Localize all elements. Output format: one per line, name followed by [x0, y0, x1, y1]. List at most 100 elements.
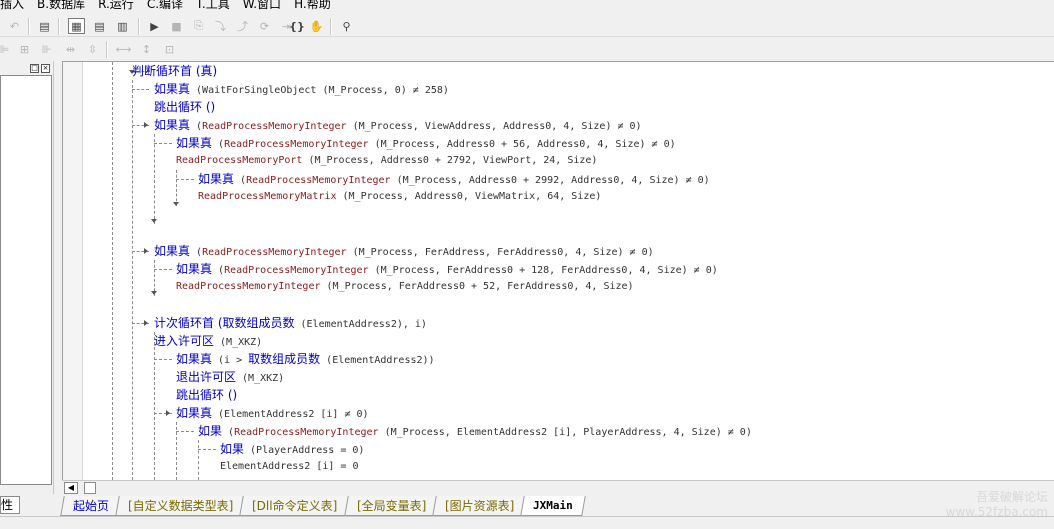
tab-1[interactable]: [自定义数据类型表]: [115, 496, 247, 516]
watermark-line1: 吾爱破解论坛: [975, 490, 1048, 504]
property-tab[interactable]: 性: [0, 496, 20, 514]
step-brace-icon[interactable]: {}: [286, 18, 308, 34]
guide-line: [112, 62, 113, 480]
undo-icon[interactable]: ↶: [6, 18, 23, 34]
tab-0[interactable]: 起始页: [60, 496, 122, 516]
document-tabs: 起始页 [自定义数据类型表] [Dll命令定义表] [全局变量表] [图片资源表] JXM…: [60, 496, 586, 516]
menu-item[interactable]: H.帮助: [294, 0, 331, 14]
branch-arrow-icon: [144, 248, 148, 254]
step-into-icon[interactable]: ⤵: [212, 18, 229, 34]
code-text: (WaitForSingleObject (M_Process, 0) ≠ 25…: [190, 85, 449, 96]
code-line[interactable]: 如果真 (ReadProcessMemoryInteger (M_Process…: [154, 242, 654, 260]
code-line[interactable]: 计次循环首 (取数组成员数 (ElementAddress2), i): [154, 314, 427, 332]
step-icon[interactable]: ⎘: [190, 18, 207, 34]
toolbar-separator: [138, 18, 140, 35]
scroll-left-button[interactable]: ◀: [64, 482, 78, 494]
guide-line: [176, 179, 194, 180]
code-line[interactable]: 如果真 (ReadProcessMemoryInteger (M_Process…: [198, 170, 710, 188]
code-function: ReadProcessMemoryInteger: [224, 139, 369, 150]
layout-both-icon[interactable]: ▥: [114, 18, 131, 34]
tab-label: [自定义数据类型表]: [128, 499, 234, 513]
code-text: (: [190, 247, 203, 258]
menu-item[interactable]: R.运行: [98, 0, 134, 14]
menu-item[interactable]: C.编译: [147, 0, 183, 14]
code-text: (: [212, 265, 225, 276]
toolbar-separator: [58, 18, 60, 35]
code-text: (M_XKZ): [236, 373, 285, 384]
workspace-tree[interactable]: [0, 75, 52, 485]
code-keyword: 如果真: [176, 406, 213, 420]
code-line[interactable]: 如果真 (i > 取数组成员数 (ElementAddress2)): [176, 350, 435, 368]
code-area[interactable]: 判断循环首 (真) 如果真 (WaitForSingleObject (M_Pro…: [84, 62, 1054, 480]
code-text: (i >: [212, 355, 249, 366]
find-icon[interactable]: ▤: [36, 18, 53, 34]
layout-output-icon[interactable]: ▤: [91, 18, 108, 34]
step-over-icon[interactable]: ⟳: [256, 18, 273, 34]
menu-item[interactable]: W.窗口: [243, 0, 281, 14]
step-out-icon[interactable]: ⤴: [234, 18, 251, 34]
branch-arrow-icon: [144, 320, 148, 326]
code-keyword: 计次循环首 (取数组成员数: [154, 316, 295, 330]
code-line[interactable]: ReadProcessMemoryMatrix (M_Process, Addr…: [198, 188, 601, 206]
left-panel-header: □ ×: [0, 63, 54, 75]
code-line[interactable]: 判断循环首 (真): [132, 62, 217, 80]
guide-line: [176, 431, 194, 432]
code-text: (M_XKZ): [214, 337, 263, 348]
hand-icon[interactable]: ✋: [308, 18, 325, 34]
code-keyword: 跳出循环 (): [176, 388, 238, 402]
code-line[interactable]: ReadProcessMemoryInteger (M_Process, Fer…: [176, 278, 634, 296]
code-line[interactable]: 跳出循环 (): [154, 98, 215, 116]
guide-line: [176, 170, 177, 206]
space-h-icon[interactable]: ⇹: [62, 41, 79, 57]
binoculars-icon[interactable]: ⚲: [338, 18, 355, 34]
code-function: ReadProcessMemoryInteger: [224, 265, 369, 276]
space-v-icon[interactable]: ⇳: [84, 41, 101, 57]
code-line[interactable]: ElementAddress2 [i] = 0: [220, 458, 358, 476]
code-line[interactable]: 如果 (PlayerAddress = 0): [220, 440, 364, 458]
tab-3[interactable]: [全局变量表]: [343, 496, 439, 516]
tab-5[interactable]: JXMain: [520, 496, 586, 516]
code-line[interactable]: 如果真 (ReadProcessMemoryInteger (M_Process…: [176, 260, 718, 278]
code-text: (: [222, 427, 235, 438]
layout-toolbar: ⊫ ⊞ ⊪ ⇹ ⇳ ⟷ ↕ ⊡: [0, 38, 1054, 60]
tab-label: [图片资源表]: [445, 499, 515, 513]
menu-item[interactable]: 插入: [0, 0, 24, 14]
size-icon[interactable]: ⊡: [161, 41, 178, 57]
guide-line: [154, 359, 172, 360]
code-text: (: [212, 139, 225, 150]
code-line[interactable]: 如果 (ReadProcessMemoryInteger (M_Process,…: [198, 422, 752, 440]
align-center-icon[interactable]: ⊞: [16, 41, 33, 57]
code-line[interactable]: 进入许可区 (M_XKZ): [154, 332, 262, 350]
width-icon[interactable]: ⟷: [115, 41, 132, 57]
code-editor[interactable]: 判断循环首 (真) 如果真 (WaitForSingleObject (M_Pro…: [62, 61, 1054, 493]
code-line[interactable]: 如果真 (ElementAddress2 [i] ≠ 0): [176, 404, 369, 422]
code-line[interactable]: 如果真 (WaitForSingleObject (M_Process, 0) …: [154, 80, 449, 98]
main-toolbar: ↶ ▤ ▦ ▤ ▥ ▶ ■ ⎘ ⤵ ⤴ ⟳ ⇥ {} ✋ ⚲: [0, 15, 1054, 37]
code-line[interactable]: 退出许可区 (M_XKZ): [176, 368, 284, 386]
guide-line: [132, 89, 149, 90]
horizontal-scrollbar[interactable]: ◀: [62, 480, 1054, 494]
code-keyword: 如果: [198, 424, 223, 438]
code-text: ElementAddress2 [i] = 0: [220, 461, 359, 472]
tab-2[interactable]: [Dll命令定义表]: [239, 496, 351, 516]
menu-item[interactable]: B.数据库: [37, 0, 85, 14]
code-line[interactable]: 如果真 (ReadProcessMemoryInteger (M_Process…: [154, 116, 642, 134]
align-right-icon[interactable]: ⊪: [38, 41, 55, 57]
code-line[interactable]: 如果真 (ReadProcessMemoryInteger (M_Process…: [176, 134, 676, 152]
left-panel: □ ×: [0, 61, 54, 494]
code-keyword: 如果真: [176, 136, 213, 150]
close-button[interactable]: ×: [41, 64, 50, 73]
guide-line: [154, 332, 155, 480]
code-function: ReadProcessMemoryInteger: [202, 247, 347, 258]
stop-icon[interactable]: ■: [168, 18, 185, 34]
code-line[interactable]: 跳出循环 (): [176, 386, 237, 404]
menu-item[interactable]: T.工具: [196, 0, 230, 14]
align-left-icon[interactable]: ⊫: [0, 41, 13, 57]
restore-button[interactable]: □: [30, 64, 39, 73]
layout-workspace-icon[interactable]: ▦: [68, 18, 85, 34]
height-icon[interactable]: ↕: [138, 41, 155, 57]
run-icon[interactable]: ▶: [146, 18, 163, 34]
tab-4[interactable]: [图片资源表]: [432, 496, 528, 516]
scroll-thumb[interactable]: [84, 482, 96, 494]
code-line[interactable]: ReadProcessMemoryPort (M_Process, Addres…: [176, 152, 597, 170]
